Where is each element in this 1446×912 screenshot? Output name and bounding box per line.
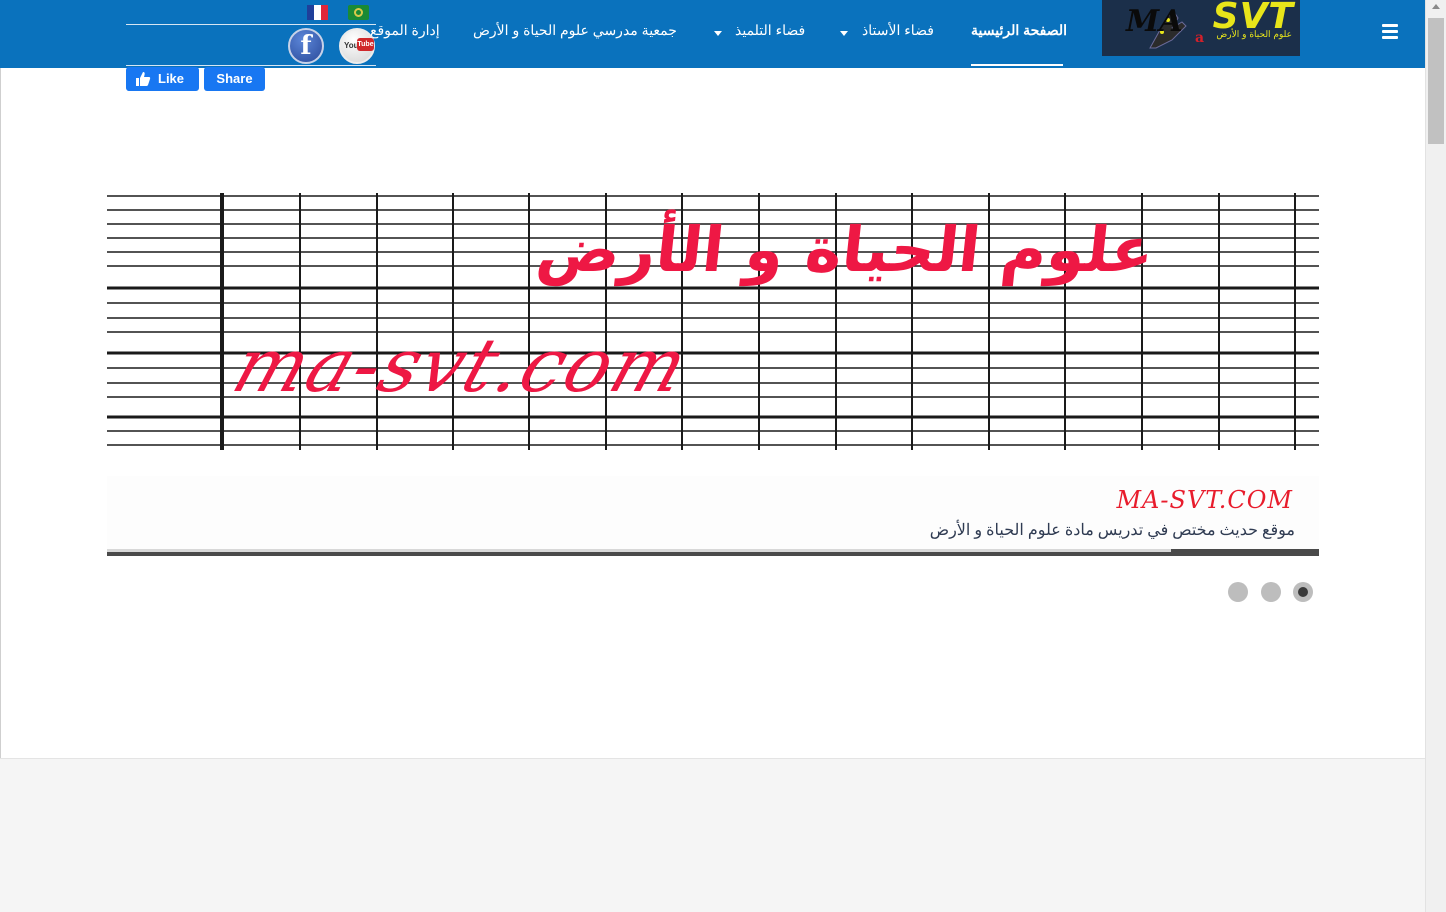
top-navbar: MA a SVT علوم الحياة و الأرض الصفحة الرئ… — [0, 0, 1425, 68]
hamburger-menu-icon[interactable] — [1382, 24, 1398, 40]
divider — [126, 24, 376, 25]
facebook-share-button[interactable]: Share — [204, 67, 265, 91]
scroll-up-arrow-icon[interactable] — [1432, 4, 1440, 9]
banner-arabic-title: علوم الحياة و الأرض — [533, 213, 1158, 286]
slide-progress-fill — [107, 549, 1172, 552]
slider-dot-1[interactable] — [1228, 582, 1248, 602]
thumbs-up-icon — [136, 72, 151, 86]
like-label: Like — [158, 71, 185, 86]
divider — [126, 65, 376, 66]
nav-teacher-space[interactable]: فضاء الأستاذ — [862, 22, 934, 39]
nav-home[interactable]: الصفحة الرئيسية — [971, 22, 1067, 39]
nav-student-space[interactable]: فضاء التلميذ — [735, 22, 805, 39]
youtube-tube-text: Tube — [357, 38, 374, 51]
slider-dot-3[interactable] — [1293, 582, 1313, 602]
slider-dot-2[interactable] — [1261, 582, 1281, 602]
nav-active-indicator — [971, 64, 1063, 66]
chevron-down-icon[interactable] — [840, 31, 848, 36]
logo-subtitle: علوم الحياة و الأرض — [1216, 30, 1292, 40]
banner-latin-title: ma-svt.com — [223, 323, 700, 409]
logo-ma-text: MA — [1126, 4, 1183, 39]
chevron-down-icon[interactable] — [714, 31, 722, 36]
vertical-scrollbar[interactable] — [1425, 0, 1446, 912]
flag-arabic-icon[interactable] — [348, 5, 369, 20]
flag-france-icon[interactable] — [307, 5, 328, 20]
facebook-icon[interactable]: f — [288, 28, 324, 64]
logo-a-letter: a — [1195, 30, 1205, 46]
facebook-like-button[interactable]: Like — [126, 67, 199, 91]
scrollbar-thumb[interactable] — [1428, 18, 1444, 144]
caption-title: MA-SVT.COM — [1116, 486, 1293, 514]
nav-association[interactable]: جمعية مدرسي علوم الحياة و الأرض — [473, 22, 677, 39]
slider-banner-image[interactable]: علوم الحياة و الأرض ma-svt.com — [107, 193, 1319, 450]
page-border — [0, 68, 1, 758]
nav-site-admin[interactable]: إدارة الموقع — [370, 22, 440, 39]
caption-text: موقع حديث مختص في تدريس مادة علوم الحياة… — [929, 522, 1295, 539]
slide-caption: MA-SVT.COM موقع حديث مختص في تدريس مادة … — [107, 476, 1319, 550]
page-footer-area — [0, 758, 1425, 912]
site-logo[interactable]: MA a SVT علوم الحياة و الأرض — [1102, 0, 1300, 56]
slide-progress-bar — [107, 549, 1319, 556]
youtube-icon[interactable]: You Tube — [339, 28, 375, 64]
